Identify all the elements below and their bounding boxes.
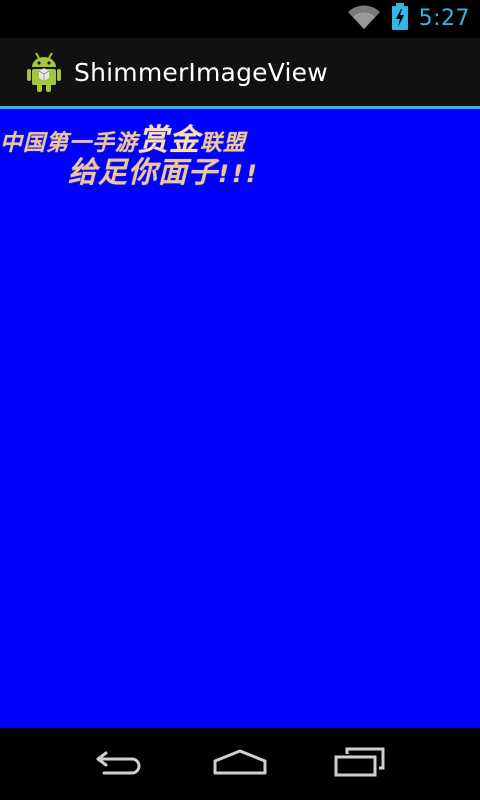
status-bar: 5:27	[0, 0, 480, 38]
battery-charging-icon	[391, 3, 409, 35]
home-icon	[212, 747, 268, 781]
status-icons: 5:27	[347, 0, 470, 38]
shimmer-text-part: 给足你面子	[68, 155, 219, 189]
recent-apps-icon	[333, 746, 387, 782]
back-icon	[94, 747, 146, 781]
status-time: 5:27	[418, 6, 470, 31]
shimmer-text-exclamation: !!!	[218, 160, 260, 188]
android-robot-icon[interactable]	[24, 50, 64, 94]
app-title: ShimmerImageView	[74, 57, 328, 87]
screen: 5:27 ShimmerImageView 中国第一手游赏金联盟 给足你面子!!…	[0, 0, 480, 800]
shimmer-content-area: 中国第一手游赏金联盟 给足你面子!!!	[0, 109, 480, 728]
shimmer-text-line-2: 给足你面子!!!	[68, 149, 260, 191]
back-button[interactable]	[72, 728, 168, 800]
recent-apps-button[interactable]	[312, 728, 408, 800]
home-button[interactable]	[192, 728, 288, 800]
navigation-bar	[0, 728, 480, 800]
wifi-icon	[347, 4, 381, 34]
action-bar: ShimmerImageView	[0, 38, 480, 109]
